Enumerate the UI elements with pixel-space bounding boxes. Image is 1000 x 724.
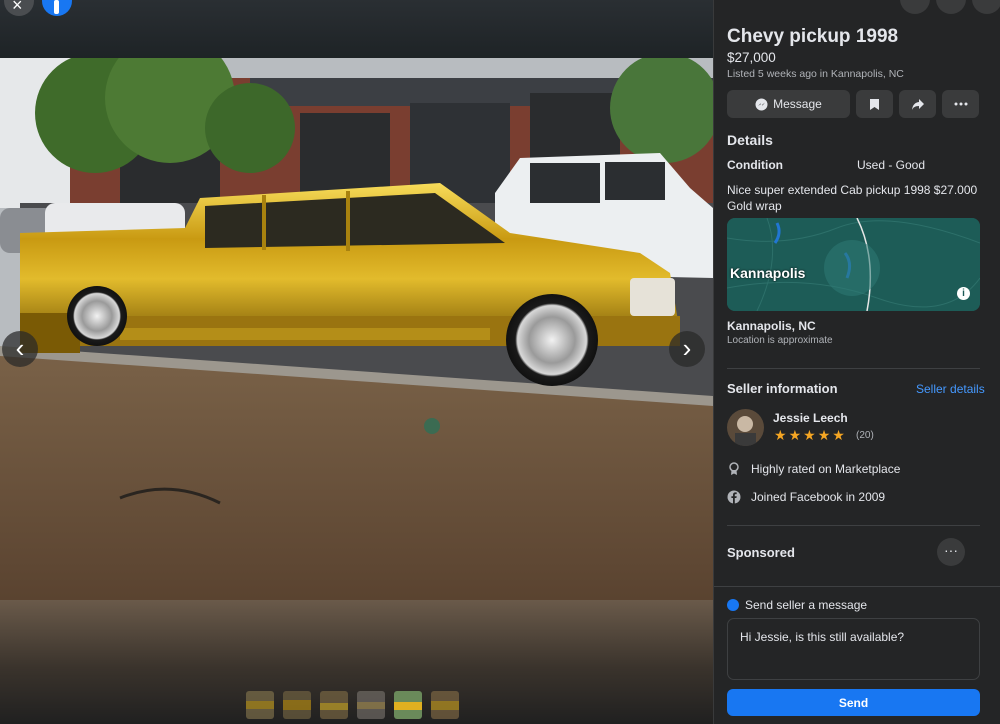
divider: [727, 525, 980, 526]
message-input[interactable]: Hi Jessie, is this still available?: [727, 618, 980, 680]
photo-thumbnail[interactable]: [320, 691, 348, 719]
rating-count: (20): [856, 430, 874, 441]
facebook-icon: [727, 490, 741, 504]
listing-title: Chevy pickup 1998: [727, 26, 899, 47]
listing-details-panel: Chevy pickup 1998 $27,000 Listed 5 weeks…: [713, 0, 1000, 724]
more-icon: [954, 102, 967, 106]
messenger-icon: [755, 98, 768, 110]
facebook-logo-icon[interactable]: [42, 0, 72, 16]
more-options-button[interactable]: [942, 90, 979, 118]
photo-thumbnail-active[interactable]: [394, 691, 422, 719]
previous-photo-button[interactable]: ‹: [2, 331, 38, 367]
map-city-label: Kannapolis: [730, 265, 806, 281]
action-buttons: Message: [727, 90, 979, 118]
next-photo-button[interactable]: ›: [669, 331, 705, 367]
photo-thumbnail[interactable]: [246, 691, 274, 719]
send-button[interactable]: Send: [727, 689, 980, 716]
condition-label: Condition: [727, 158, 783, 172]
close-icon[interactable]: [4, 0, 34, 16]
seller-rating-stars: ★ ★ ★ ★ ★: [774, 428, 845, 442]
divider: [727, 368, 980, 369]
star-icon: ★: [788, 427, 802, 443]
viewer-top-bar: [0, 0, 713, 58]
seller-joined-row: Joined Facebook in 2009: [727, 490, 885, 504]
seller-badge-row: Highly rated on Marketplace: [727, 462, 900, 476]
listing-price: $27,000: [727, 50, 776, 65]
location-note: Location is approximate: [727, 335, 833, 346]
notifications-icon[interactable]: [972, 0, 1000, 14]
bookmark-icon: [870, 98, 879, 110]
send-message-heading-row: Send seller a message: [727, 598, 867, 612]
messenger-icon[interactable]: [936, 0, 966, 14]
sponsored-more-button[interactable]: ···: [937, 538, 965, 566]
listing-date-location: Listed 5 weeks ago in Kannapolis, NC: [727, 68, 904, 80]
star-icon: ★: [832, 427, 845, 443]
seller-info-heading: Seller information: [727, 381, 838, 396]
seller-joined-text: Joined Facebook in 2009: [751, 490, 886, 504]
location-map[interactable]: Kannapolis i: [727, 218, 980, 311]
location-name: Kannapolis, NC: [727, 319, 816, 333]
seller-name[interactable]: Jessie Leech: [773, 411, 848, 425]
badge-icon: [729, 462, 739, 475]
seller-badge-text: Highly rated on Marketplace: [751, 462, 901, 476]
sponsored-heading: Sponsored: [727, 545, 795, 560]
seller-avatar[interactable]: [727, 409, 764, 446]
details-heading: Details: [727, 132, 773, 148]
save-button[interactable]: [856, 90, 893, 118]
star-icon: ★: [817, 427, 831, 443]
star-icon: ★: [803, 427, 816, 443]
star-icon: ★: [774, 427, 787, 443]
condition-value: Used - Good: [857, 158, 926, 172]
photo-thumbnail[interactable]: [357, 691, 385, 719]
seller-details-link[interactable]: Seller details: [916, 382, 985, 396]
menu-grid-icon[interactable]: [900, 0, 930, 14]
info-icon[interactable]: i: [957, 287, 970, 300]
send-message-heading: Send seller a message: [745, 598, 868, 612]
listing-description: Nice super extended Cab pickup 1998 $27.…: [727, 183, 978, 213]
message-button[interactable]: Message: [727, 90, 850, 118]
share-icon: [911, 98, 924, 110]
photo-thumbnail[interactable]: [283, 691, 311, 719]
photo-thumbnail[interactable]: [431, 691, 459, 719]
photo-viewer: ‹ ›: [0, 0, 713, 724]
listing-photo: [0, 58, 713, 600]
top-icons: [900, 0, 1000, 14]
message-button-label: Message: [773, 97, 822, 111]
share-button[interactable]: [899, 90, 936, 118]
thumbnail-strip: [246, 691, 459, 719]
send-message-box: Send seller a message Hi Jessie, is this…: [714, 586, 1000, 724]
messenger-icon: [727, 599, 739, 611]
